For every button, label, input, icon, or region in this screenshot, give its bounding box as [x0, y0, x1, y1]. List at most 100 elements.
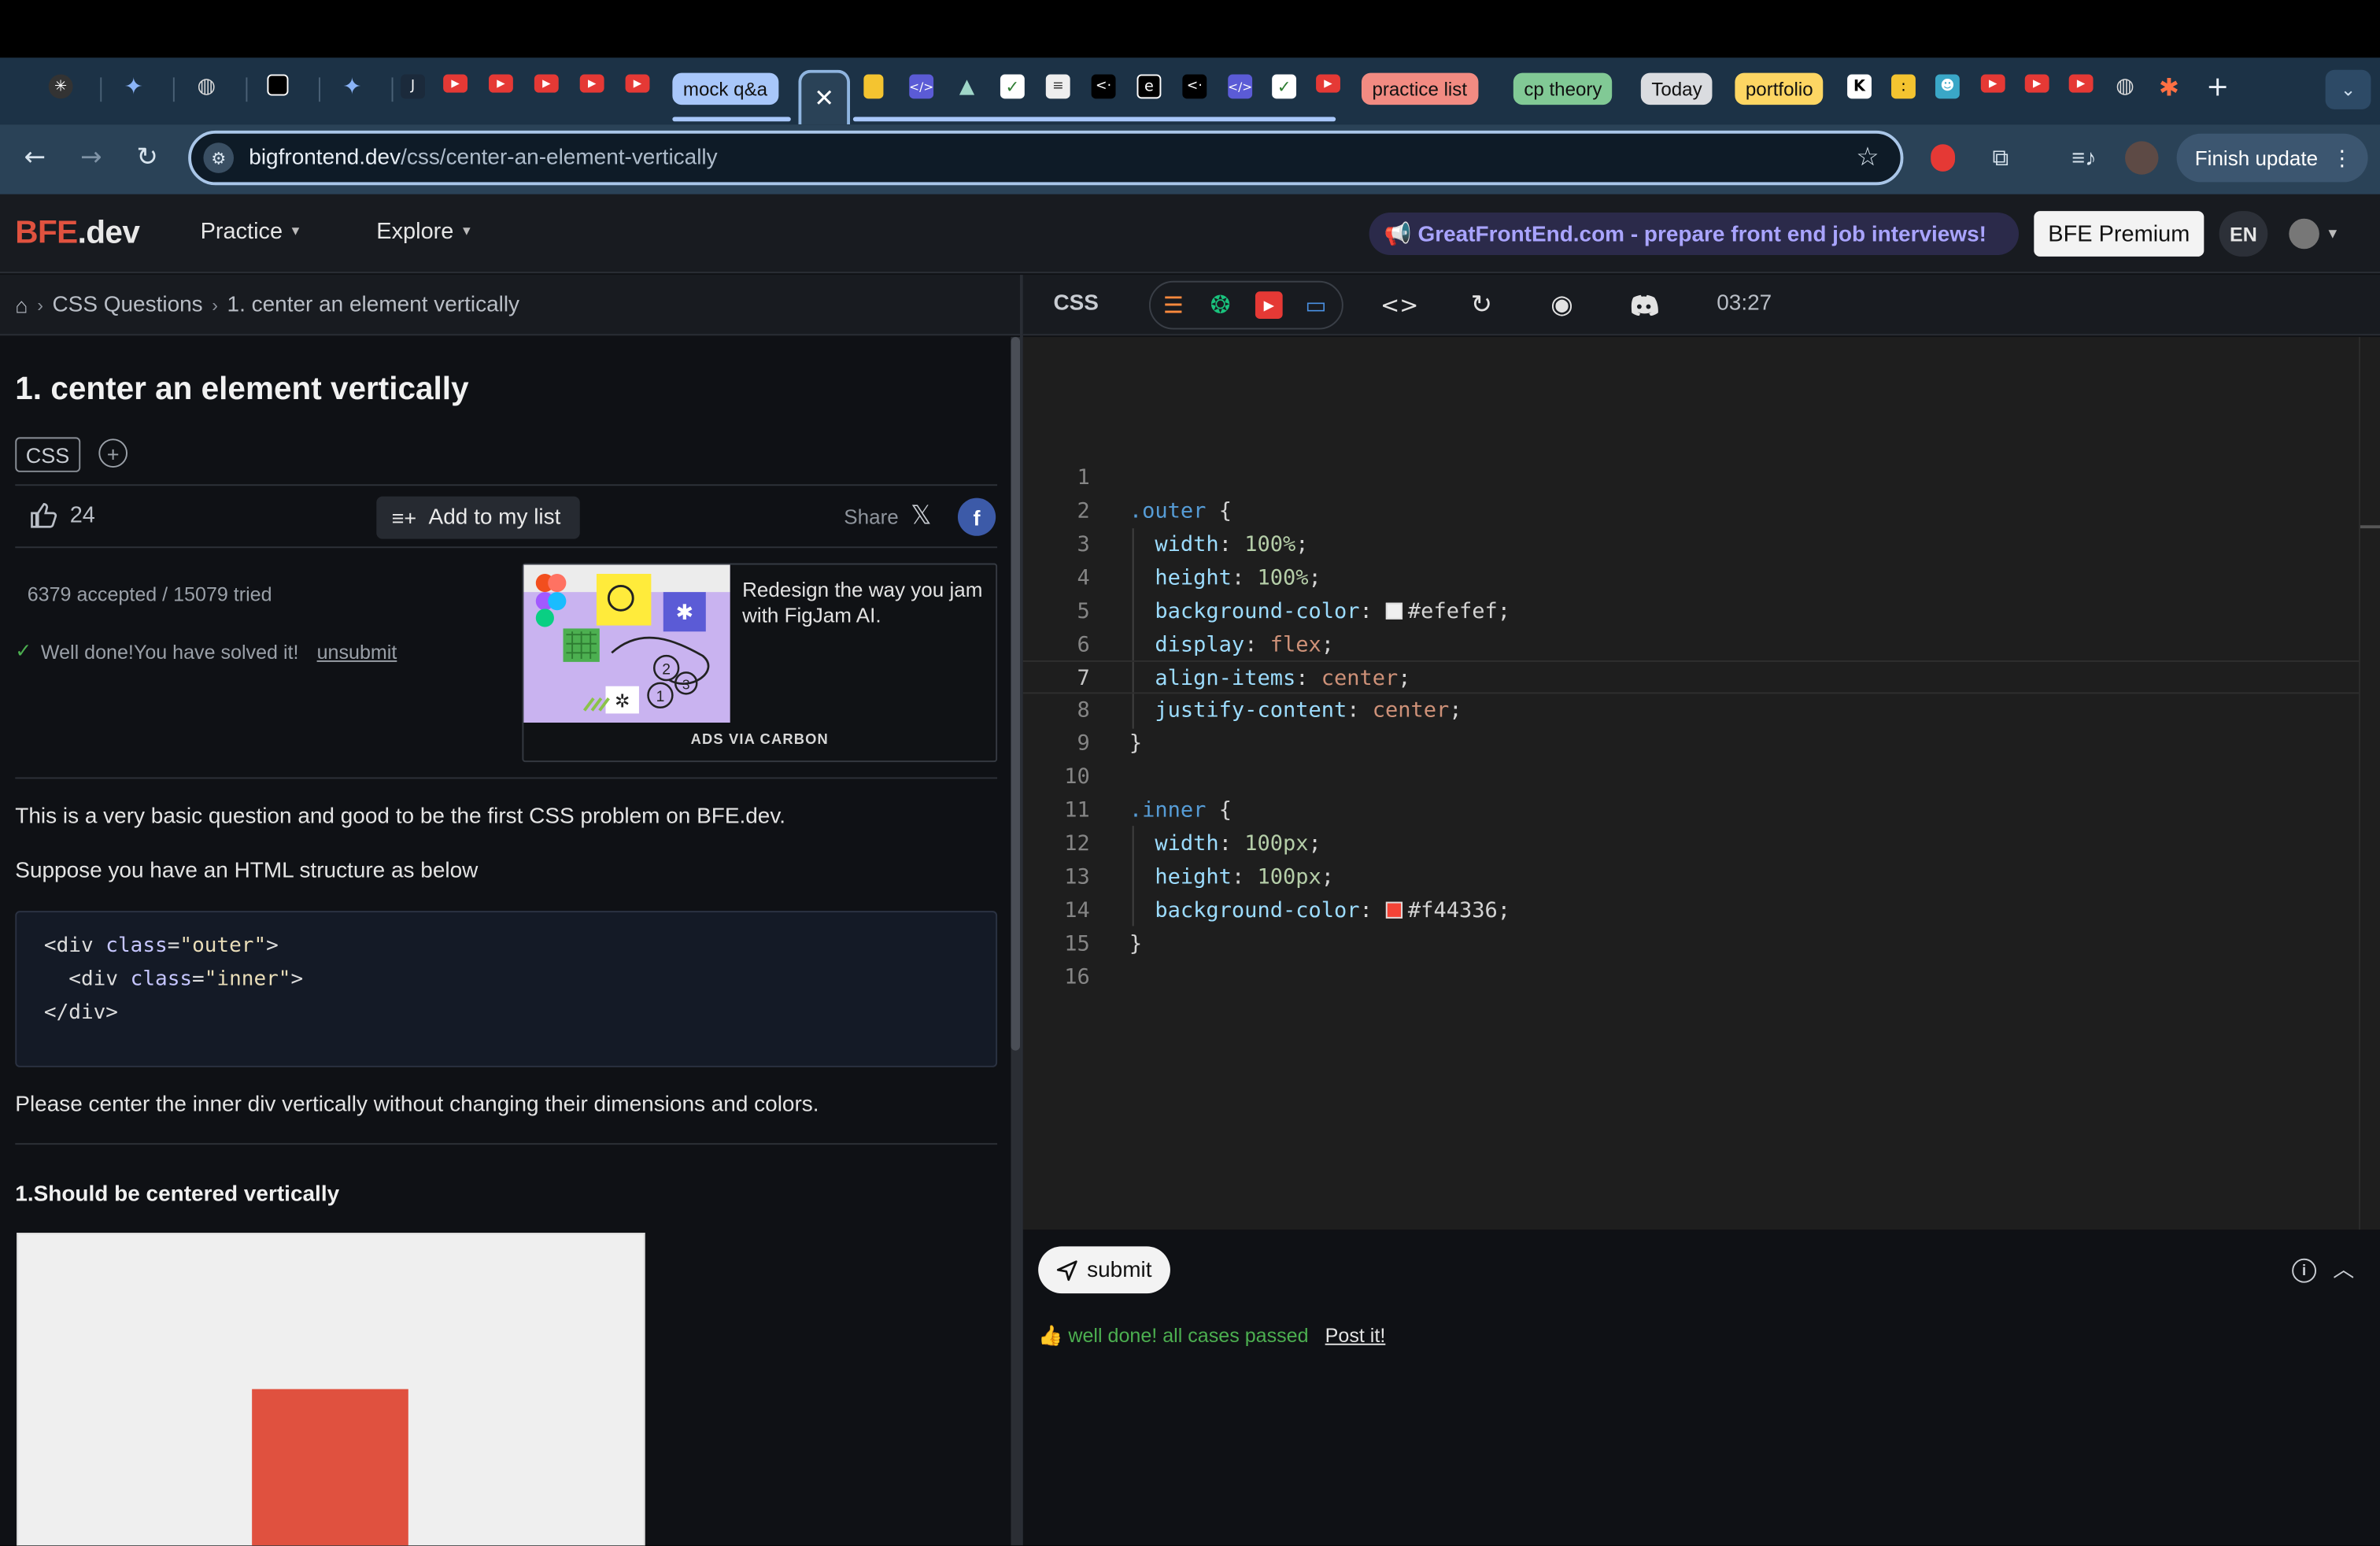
tab-favicon[interactable]: </>	[909, 74, 933, 99]
x-share-icon[interactable]: 𝕏	[911, 501, 931, 531]
editor-line[interactable]: 4 height: 100%;	[1023, 561, 2359, 594]
line-source[interactable]: justify-content: center;	[1129, 694, 1462, 727]
tab-group-portfolio[interactable]: portfolio	[1735, 72, 1824, 105]
chevron-up-icon[interactable]: ︿	[2333, 1254, 2354, 1285]
editor-line[interactable]: 11 .inner {	[1023, 794, 2359, 827]
line-source[interactable]: width: 100%;	[1129, 528, 1308, 561]
line-source[interactable]: .outer {	[1129, 495, 1232, 528]
tab-favicon[interactable]: ✓	[1272, 74, 1297, 99]
close-icon[interactable]: ✕	[814, 83, 834, 114]
tab-favicon[interactable]: ▶	[1980, 74, 2005, 93]
line-source[interactable]: height: 100%;	[1129, 561, 1321, 594]
line-source[interactable]: .inner {	[1129, 794, 1232, 827]
editor-line[interactable]: 2 .outer {	[1023, 495, 2359, 528]
media-button[interactable]: ≡♪	[2066, 139, 2102, 176]
tab-favicon[interactable]: e	[1136, 74, 1162, 99]
tag-badge[interactable]: CSS	[15, 437, 80, 472]
bookmark-star-icon[interactable]: ☆	[1856, 142, 1879, 173]
add-tag-icon[interactable]: +	[98, 438, 128, 468]
tab-favicon[interactable]: ✦	[340, 73, 364, 101]
editor-line[interactable]: 5 background-color: #efefef;	[1023, 594, 2359, 627]
tab-favicon[interactable]: ✓	[1000, 74, 1025, 99]
tab-favicon[interactable]: ▲	[955, 75, 979, 99]
site-logo[interactable]: BFE.dev	[15, 216, 140, 252]
editor-line[interactable]: 16	[1023, 960, 2359, 993]
line-source[interactable]: height: 100px;	[1129, 860, 1334, 893]
extensions-button[interactable]: ⧉	[1983, 139, 2019, 176]
color-swatch[interactable]	[1384, 601, 1402, 620]
tab-favicon[interactable]: ▶	[2024, 74, 2049, 93]
line-source[interactable]: }	[1129, 727, 1142, 760]
chatgpt-icon[interactable]: ❂	[1207, 291, 1234, 319]
tab-favicon[interactable]: <·	[1091, 74, 1116, 99]
tab-favicon[interactable]: ≡	[1045, 74, 1070, 99]
premium-button[interactable]: BFE Premium	[2034, 211, 2204, 257]
line-source[interactable]: background-color: #efefef;	[1129, 594, 1510, 627]
line-source[interactable]: }	[1129, 927, 1142, 960]
editor-line[interactable]: 12 width: 100px;	[1023, 827, 2359, 860]
tab-favicon[interactable]	[267, 74, 289, 96]
scrollbar-thumb[interactable]	[1011, 337, 1021, 1051]
submit-button[interactable]: submit	[1038, 1246, 1170, 1294]
editor-line[interactable]: 6 display: flex;	[1023, 627, 2359, 660]
tab-favicon[interactable]: ▶	[579, 74, 604, 93]
finish-update-button[interactable]: Finish update ⋮	[2176, 133, 2368, 183]
tab-favicon[interactable]: K	[1847, 74, 1872, 99]
tab-favicon[interactable]: </>	[1228, 74, 1252, 99]
tab-favicon[interactable]: ▶	[625, 74, 650, 93]
tab-group-cp-theory[interactable]: cp theory	[1513, 72, 1613, 105]
tab-favicon[interactable]: ✱	[2157, 72, 2182, 102]
editor-line[interactable]: 13 height: 100px;	[1023, 860, 2359, 893]
line-source[interactable]: align-items: center;	[1129, 663, 1410, 696]
tab-group-today[interactable]: Today	[1640, 72, 1713, 105]
tab-group-practice-list[interactable]: practice list	[1361, 72, 1478, 105]
tab-favicon[interactable]: ▶	[534, 74, 559, 93]
extension-button[interactable]	[1924, 139, 1961, 176]
tab-favicon[interactable]	[863, 74, 884, 99]
tab-favicon[interactable]: ▶	[489, 74, 513, 93]
editor-line[interactable]: 15}	[1023, 927, 2359, 960]
like-button[interactable]: 24	[31, 502, 95, 528]
info-icon[interactable]: i	[2292, 1258, 2317, 1283]
line-source[interactable]: width: 100px;	[1129, 827, 1321, 860]
record-icon[interactable]: ◉	[1545, 288, 1578, 321]
tab-search-button[interactable]: ⌄	[2325, 69, 2371, 109]
code-format-icon[interactable]: <>	[1380, 288, 1418, 321]
facebook-share-icon[interactable]: f	[957, 497, 996, 536]
ad-text[interactable]: Redesign the way you jam with FigJam AI.	[742, 577, 985, 629]
reload-button[interactable]: ↻	[128, 141, 167, 174]
color-swatch[interactable]	[1384, 901, 1402, 919]
site-info-icon[interactable]: ⚙	[203, 142, 235, 173]
tab-favicon[interactable]: <·	[1182, 74, 1207, 99]
tab-favicon[interactable]: ▶	[443, 74, 468, 93]
line-source[interactable]: display: flex;	[1129, 627, 1334, 660]
tab-favicon[interactable]: ✦	[121, 73, 146, 101]
url-text[interactable]: bigfrontend.dev/css/center-an-element-ve…	[249, 146, 717, 170]
line-source[interactable]: background-color: #f44336;	[1129, 893, 1510, 926]
editor-line[interactable]: 14 background-color: #f44336;	[1023, 893, 2359, 926]
tab-favicon[interactable]: ◍	[2113, 75, 2138, 99]
editor-line[interactable]: 9}	[1023, 727, 2359, 760]
editor-line[interactable]: 7 align-items: center;	[1022, 660, 2360, 696]
active-tab[interactable]: ✕	[798, 69, 851, 125]
nav-practice[interactable]: Practice ▾	[201, 219, 300, 245]
unsubmit-link[interactable]: unsubmit	[317, 640, 397, 663]
profile-button[interactable]	[2123, 139, 2160, 176]
video-solution-icon[interactable]: ▶	[1255, 291, 1283, 320]
promo-banner[interactable]: 📢 GreatFrontEnd.com - prepare front end …	[1369, 213, 2020, 256]
address-bar[interactable]: ⚙ bigfrontend.dev/css/center-an-element-…	[188, 130, 1904, 186]
chevron-down-icon[interactable]: ▾	[2328, 224, 2337, 242]
editor-line[interactable]: 10	[1023, 760, 2359, 793]
ad-via-label[interactable]: ADS VIA CARBON	[522, 732, 997, 749]
avatar[interactable]	[2289, 218, 2319, 250]
tab-favicon[interactable]: ✳	[48, 74, 73, 99]
tab-favicon[interactable]: :	[1891, 74, 1916, 99]
tab-favicon[interactable]: ☻	[1935, 74, 1960, 99]
forward-button[interactable]: →	[72, 141, 111, 174]
discord-icon[interactable]	[1627, 288, 1660, 321]
tab-favicon[interactable]: ▶	[1316, 74, 1340, 93]
language-button[interactable]: EN	[2219, 211, 2268, 257]
tab-group-mock-qa[interactable]: mock q&a	[672, 72, 778, 105]
back-button[interactable]: ←	[15, 141, 54, 174]
reset-icon[interactable]: ↻	[1465, 288, 1498, 321]
